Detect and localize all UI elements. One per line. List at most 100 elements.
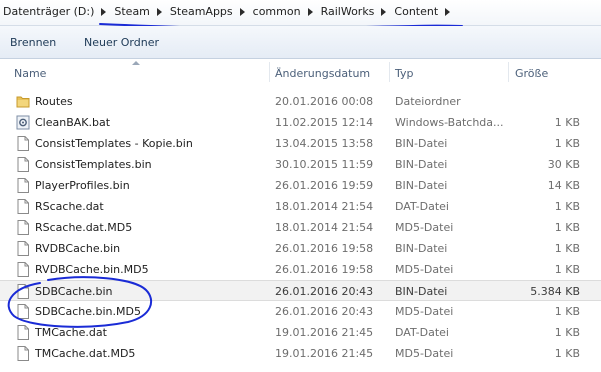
chevron-right-icon[interactable] [239,7,245,16]
file-size: 1 KB [554,326,580,339]
file-date: 26.01.2016 20:43 [275,285,374,298]
file-type: MD5-Datei [395,221,454,234]
file-size: 1 KB [554,137,580,150]
file-name: ConsistTemplates - Kopie.bin [35,137,193,150]
breadcrumb: Datenträger (D:) Steam SteamApps common … [0,3,455,20]
file-name: Routes [35,95,73,108]
chevron-right-icon[interactable] [307,7,313,16]
file-icon [17,136,29,151]
file-type: Dateiordner [395,95,461,108]
breadcrumb-item-steamapps[interactable]: SteamApps [167,3,236,20]
file-name: RVDBCache.bin [35,242,121,255]
file-size: 30 KB [547,158,580,171]
file-date: 26.01.2016 20:43 [275,305,374,318]
file-date: 11.02.2015 12:14 [275,116,374,129]
column-header-size[interactable]: Größe [515,67,548,80]
file-name: RScache.dat.MD5 [35,221,133,234]
breadcrumb-item-content[interactable]: Content [391,3,441,20]
column-header-type[interactable]: Typ [395,67,414,80]
file-row-tmcache-dat-md5[interactable]: TMCache.dat.MD5 19.01.2016 21:45 MD5-Dat… [0,343,601,364]
file-size: 1 KB [554,116,580,129]
file-icon [17,220,29,235]
batch-file-icon [16,115,30,130]
file-size: 1 KB [554,200,580,213]
breadcrumb-item-steam[interactable]: Steam [111,3,153,20]
file-type: BIN-Datei [395,285,448,298]
file-name: PlayerProfiles.bin [35,179,130,192]
file-date: 13.04.2015 13:58 [275,137,374,150]
file-row-rvdbcache-bin[interactable]: RVDBCache.bin 26.01.2016 19:58 BIN-Datei… [0,238,601,259]
column-header-date[interactable]: Änderungsdatum [275,67,370,80]
file-type: DAT-Datei [395,200,449,213]
column-header-row: Name Änderungsdatum Typ Größe [0,59,601,84]
breadcrumb-item-railworks[interactable]: RailWorks [318,3,378,20]
file-type: BIN-Datei [395,158,448,171]
chevron-right-icon[interactable] [381,7,387,16]
file-date: 18.01.2014 21:54 [275,221,374,234]
column-header-name[interactable]: Name [14,67,46,80]
file-name: SDBCache.bin [35,285,113,298]
burn-button[interactable]: Brennen [10,36,56,50]
file-name: CleanBAK.bat [35,116,111,129]
file-size: 14 KB [547,179,580,192]
file-row-rscache-dat-md5[interactable]: RScache.dat.MD5 18.01.2014 21:54 MD5-Dat… [0,217,601,238]
file-icon [17,346,29,361]
file-type: BIN-Datei [395,179,448,192]
file-type: MD5-Datei [395,347,454,360]
file-size: 1 KB [554,221,580,234]
file-icon [17,325,29,340]
column-divider[interactable] [389,62,390,82]
file-row-sdbcache-bin[interactable]: SDBCache.bin 26.01.2016 20:43 BIN-Datei … [0,280,601,301]
file-name: TMCache.dat [35,326,107,339]
file-size: 1 KB [554,305,580,318]
breadcrumb-item-drive[interactable]: Datenträger (D:) [0,3,97,20]
command-toolbar: Brennen Neuer Ordner [0,26,601,59]
file-icon [17,157,29,172]
file-row-rvdbcache-bin-md5[interactable]: RVDBCache.bin.MD5 26.01.2016 19:58 MD5-D… [0,259,601,280]
file-type: BIN-Datei [395,242,448,255]
file-name: RVDBCache.bin.MD5 [35,263,149,276]
column-divider[interactable] [508,62,509,82]
file-row-cleanbak-bat[interactable]: CleanBAK.bat 11.02.2015 12:14 Windows-Ba… [0,112,601,133]
file-icon [17,284,29,299]
file-name: ConsistTemplates.bin [35,158,152,171]
chevron-right-icon[interactable] [101,7,107,16]
file-row-sdbcache-bin-md5[interactable]: SDBCache.bin.MD5 26.01.2016 20:43 MD5-Da… [0,301,601,322]
file-date: 19.01.2016 21:45 [275,347,374,360]
file-date: 30.10.2015 11:59 [275,158,374,171]
file-type: MD5-Datei [395,263,454,276]
file-size: 1 KB [554,242,580,255]
address-bar[interactable]: Datenträger (D:) Steam SteamApps common … [0,0,601,30]
file-icon [17,199,29,214]
file-date: 26.01.2016 19:58 [275,263,374,276]
file-type: DAT-Datei [395,326,449,339]
breadcrumb-item-common[interactable]: common [250,3,304,20]
file-date: 19.01.2016 21:45 [275,326,374,339]
file-name: TMCache.dat.MD5 [35,347,136,360]
file-row-rscache-dat[interactable]: RScache.dat 18.01.2014 21:54 DAT-Datei 1… [0,196,601,217]
file-size: 1 KB [554,263,580,276]
sort-ascending-icon [132,61,140,65]
file-name: SDBCache.bin.MD5 [35,305,141,318]
file-row-playerprofiles-bin[interactable]: PlayerProfiles.bin 26.01.2016 19:59 BIN-… [0,175,601,196]
file-icon [17,241,29,256]
file-row-consisttemplates-kopie-bin[interactable]: ConsistTemplates - Kopie.bin 13.04.2015 … [0,133,601,154]
file-row-tmcache-dat[interactable]: TMCache.dat 19.01.2016 21:45 DAT-Datei 1… [0,322,601,343]
file-type: MD5-Datei [395,305,454,318]
file-date: 26.01.2016 19:58 [275,242,374,255]
file-date: 20.01.2016 00:08 [275,95,374,108]
file-size: 5.384 KB [530,285,580,298]
file-type: Windows-Batchda... [395,116,504,129]
file-row-consisttemplates-bin[interactable]: ConsistTemplates.bin 30.10.2015 11:59 BI… [0,154,601,175]
file-size: 1 KB [554,347,580,360]
file-row-routes[interactable]: Routes 20.01.2016 00:08 Dateiordner [0,91,601,112]
new-folder-button[interactable]: Neuer Ordner [84,36,159,50]
column-divider[interactable] [269,62,270,82]
folder-icon [16,96,30,108]
chevron-right-icon[interactable] [445,7,451,16]
file-date: 26.01.2016 19:59 [275,179,374,192]
file-type: BIN-Datei [395,137,448,150]
file-icon [17,262,29,277]
file-list: Routes 20.01.2016 00:08 Dateiordner Clea… [0,91,601,364]
chevron-right-icon[interactable] [156,7,162,16]
